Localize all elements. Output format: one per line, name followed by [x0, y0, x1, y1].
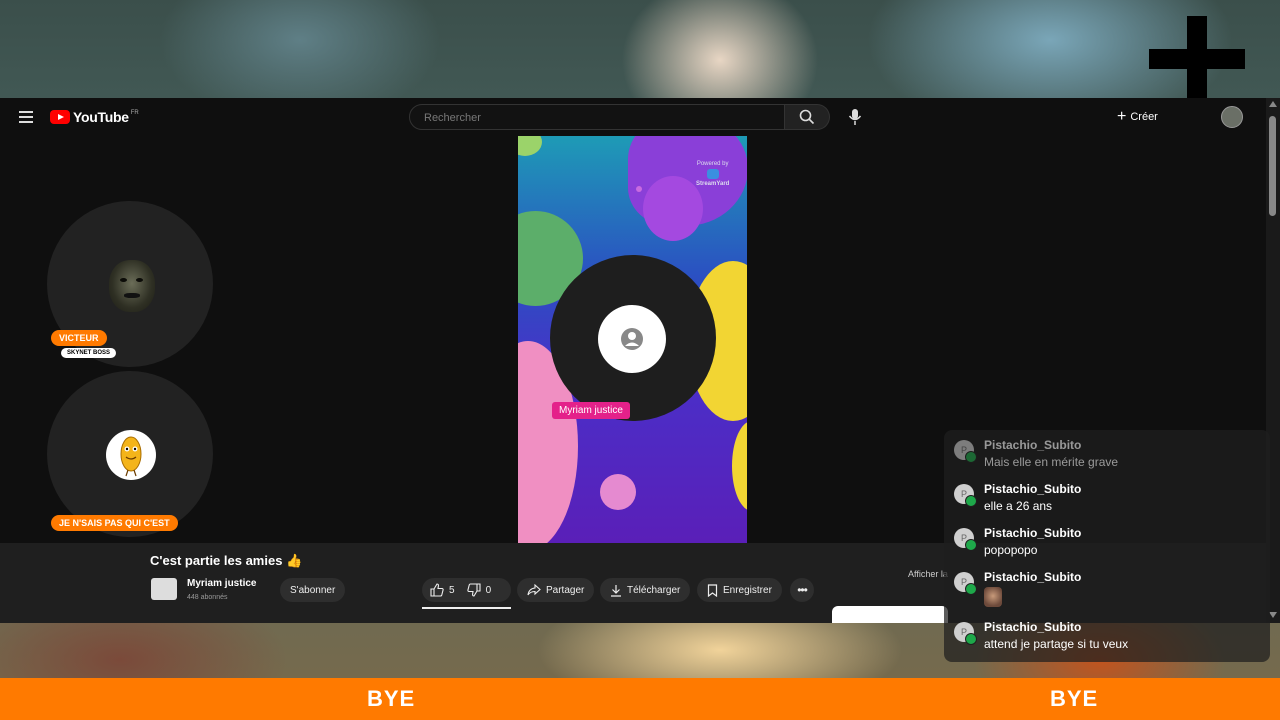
streamyard-icon: [706, 169, 719, 179]
person-icon: [621, 328, 643, 350]
plus-icon: +: [1117, 108, 1127, 125]
like-dislike-group: 5 0: [422, 578, 511, 602]
more-actions-button[interactable]: •••: [790, 578, 814, 602]
blob-shape: [643, 176, 703, 241]
chat-username: Pistachio_Subito: [984, 620, 1082, 634]
youtube-logo[interactable]: YouTube FR: [50, 109, 139, 125]
participant-avatar: [598, 305, 666, 373]
popup-tab: [832, 606, 948, 623]
create-label: Créer: [1130, 111, 1158, 123]
online-badge-icon: [965, 451, 977, 463]
chat-text: elle a 26 ans: [984, 499, 1053, 513]
thumbs-up-icon[interactable]: [430, 583, 444, 597]
save-button[interactable]: Enregistrer: [697, 578, 782, 602]
video-player[interactable]: Powered by StreamYard Myriam justice: [518, 136, 747, 543]
chat-message: P Pistachio_Subito: [954, 570, 1081, 607]
watermark-brand: StreamYard: [696, 181, 730, 187]
mascot-avatar: [106, 430, 156, 480]
blob-shape: [600, 474, 636, 510]
search-box: [409, 104, 785, 130]
cheese-mascot-icon: [120, 436, 142, 477]
scrollbar-thumb[interactable]: [1269, 116, 1276, 216]
video-title: C'est partie les amies 👍: [150, 553, 303, 568]
download-label: Télécharger: [627, 584, 681, 596]
search-input[interactable]: [422, 111, 726, 125]
channel-avatar[interactable]: [151, 578, 177, 600]
share-icon: [527, 584, 541, 596]
scroll-down-icon[interactable]: [1269, 612, 1277, 618]
watermark-top: Powered by: [696, 161, 729, 167]
logo-text: YouTube: [73, 109, 129, 125]
chat-sticker: [984, 587, 1002, 607]
account-avatar[interactable]: [1221, 106, 1243, 128]
blob-shape: [732, 421, 747, 511]
bye-label-right: BYE: [1050, 686, 1099, 711]
channel-name[interactable]: Myriam justice: [187, 578, 256, 589]
cam2-name-badge: JE N'SAIS PAS QUI C'EST: [51, 515, 178, 531]
more-icon: •••: [797, 583, 808, 597]
download-icon: [611, 584, 621, 597]
subscribe-button[interactable]: S'abonner: [280, 578, 346, 602]
chat-message: P Pistachio_Subito popopopo: [954, 526, 1081, 557]
scroll-up-icon[interactable]: [1269, 101, 1277, 107]
mic-icon[interactable]: [848, 109, 862, 125]
chat-username: Pistachio_Subito: [984, 570, 1082, 584]
channel-subscribers: 448 abonnés: [187, 594, 228, 601]
webcam-face: [109, 260, 155, 312]
cam1-sub-badge: SKYNET BOSS: [61, 348, 117, 358]
chat-text: Mais elle en mérite grave: [984, 455, 1119, 469]
share-button[interactable]: Partager: [517, 578, 595, 602]
logo-region: FR: [130, 110, 139, 116]
chat-text: attend je partage si tu veux: [984, 637, 1129, 651]
like-underline: [422, 607, 511, 609]
cross-icon-bar: [1149, 49, 1245, 69]
online-badge-icon: [965, 539, 977, 551]
blob-shape: [636, 186, 642, 192]
save-label: Enregistrer: [723, 584, 772, 596]
chat-username: Pistachio_Subito: [984, 482, 1082, 496]
online-badge-icon: [965, 583, 977, 595]
subscribe-label: S'abonner: [290, 584, 336, 596]
chat-username: Pistachio_Subito: [984, 526, 1082, 540]
chat-text: popopopo: [984, 543, 1038, 557]
streamyard-watermark: Powered by StreamYard: [696, 160, 729, 188]
thumbs-down-icon[interactable]: [466, 583, 481, 597]
share-label: Partager: [546, 584, 585, 596]
dislike-count: 0: [485, 584, 492, 596]
chat-avatar: P: [954, 484, 977, 507]
show-more-link[interactable]: Afficher la: [908, 569, 948, 579]
search-button[interactable]: [785, 104, 830, 130]
chat-message: P Pistachio_Subito elle a 26 ans: [954, 482, 1081, 513]
search-icon: [799, 109, 815, 125]
chat-avatar: P: [954, 528, 977, 551]
like-count: 5: [449, 584, 455, 596]
youtube-header: YouTube FR + Créer: [0, 98, 1266, 136]
blob-shape: [518, 136, 542, 156]
chat-username: Pistachio_Subito: [984, 438, 1082, 452]
bye-label-left: BYE: [367, 686, 416, 711]
menu-icon[interactable]: [19, 111, 33, 123]
download-button[interactable]: Télécharger: [600, 578, 691, 602]
chat-message: P Pistachio_Subito Mais elle en mérite g…: [954, 438, 1118, 469]
online-badge-icon: [965, 495, 977, 507]
youtube-play-icon: [50, 110, 70, 124]
participant-name-tag: Myriam justice: [552, 402, 630, 419]
chat-avatar: P: [954, 572, 977, 595]
chat-overlay: P Pistachio_Subito Mais elle en mérite g…: [944, 430, 1270, 662]
create-button[interactable]: + Créer: [1117, 108, 1158, 126]
cam1-name-badge: VICTEUR: [51, 330, 107, 346]
chat-message: P Pistachio_Subito attend je partage si …: [954, 620, 1128, 651]
bottom-banner: BYE BYE: [0, 678, 1280, 720]
online-badge-icon: [965, 633, 977, 645]
chat-avatar: P: [954, 622, 977, 645]
bookmark-icon: [707, 583, 718, 597]
chat-avatar: P: [954, 440, 977, 463]
